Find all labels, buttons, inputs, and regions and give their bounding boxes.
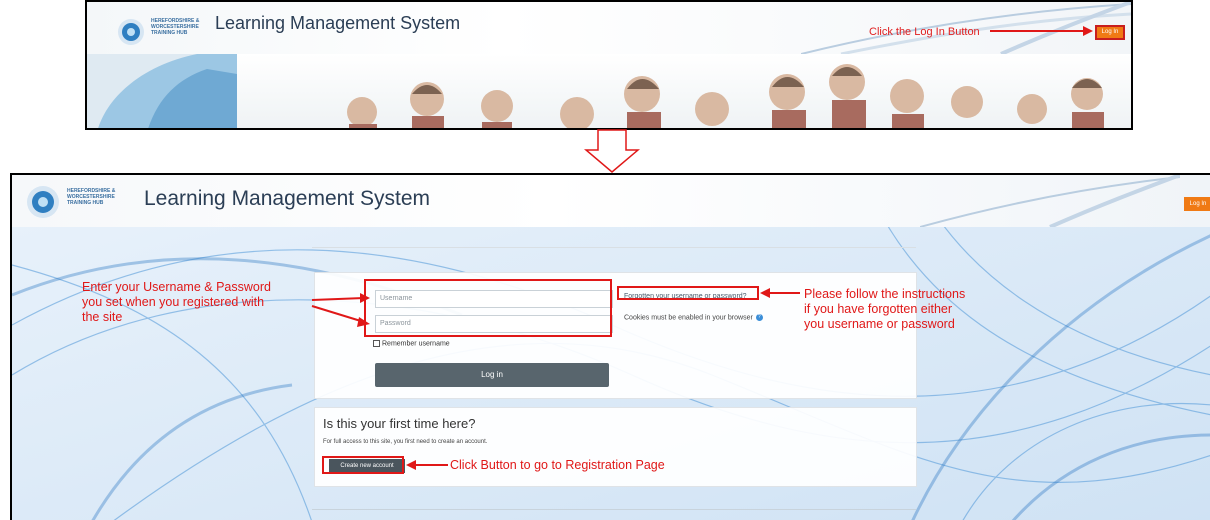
top-screenshot: HEREFORDSHIRE & WORCESTERSHIRE TRAINING … (85, 0, 1133, 130)
checkbox-icon[interactable] (373, 340, 380, 347)
people-silhouettes-image (87, 54, 1104, 128)
divider (312, 509, 916, 510)
create-account-highlight-box (322, 456, 404, 474)
annotation-click-login: Click the Log In Button (869, 26, 980, 38)
logo-text: HEREFORDSHIRE & WORCESTERSHIRE TRAINING … (151, 18, 200, 36)
credentials-highlight-box (364, 279, 612, 337)
cookies-notice: Cookies must be enabled in your browser? (624, 314, 763, 321)
site-title: Learning Management System (215, 13, 461, 33)
help-icon[interactable]: ? (755, 314, 763, 321)
cookies-notice-text: Cookies must be enabled in your browser (624, 314, 753, 322)
bottom-header: HEREFORDSHIRE & WORCESTERSHIRE TRAINING … (12, 175, 1210, 227)
logo-text: HEREFORDSHIRE & WORCESTERSHIRE TRAINING … (67, 188, 116, 206)
remember-username-checkbox[interactable]: Remember username (373, 340, 450, 347)
annotation-registration: Click Button to go to Registration Page (450, 458, 665, 472)
first-time-card: Is this your first time here? For full a… (314, 407, 917, 487)
annotation-forgot: Please follow the instructions if you ha… (804, 287, 966, 331)
divider (312, 247, 916, 248)
down-arrow-icon (584, 129, 640, 173)
login-submit-button[interactable]: Log in (375, 363, 609, 387)
remember-username-label: Remember username (382, 340, 450, 348)
annotation-credentials: Enter your Username & Password you set w… (82, 280, 271, 324)
header-login-button[interactable]: Log In (1184, 197, 1210, 211)
first-time-heading: Is this your first time here? (323, 416, 476, 431)
header-swoosh-decoration (920, 175, 1180, 227)
header-login-button[interactable]: Log In (1095, 25, 1125, 40)
training-hub-logo-icon (118, 19, 144, 45)
first-time-text: For full access to this site, you first … (323, 439, 488, 445)
top-header: HEREFORDSHIRE & WORCESTERSHIRE TRAINING … (87, 2, 1131, 54)
site-title: Learning Management System (144, 187, 430, 210)
header-people-banner (87, 54, 1131, 128)
training-hub-logo-icon (27, 186, 59, 218)
forgot-highlight-box (617, 286, 759, 300)
